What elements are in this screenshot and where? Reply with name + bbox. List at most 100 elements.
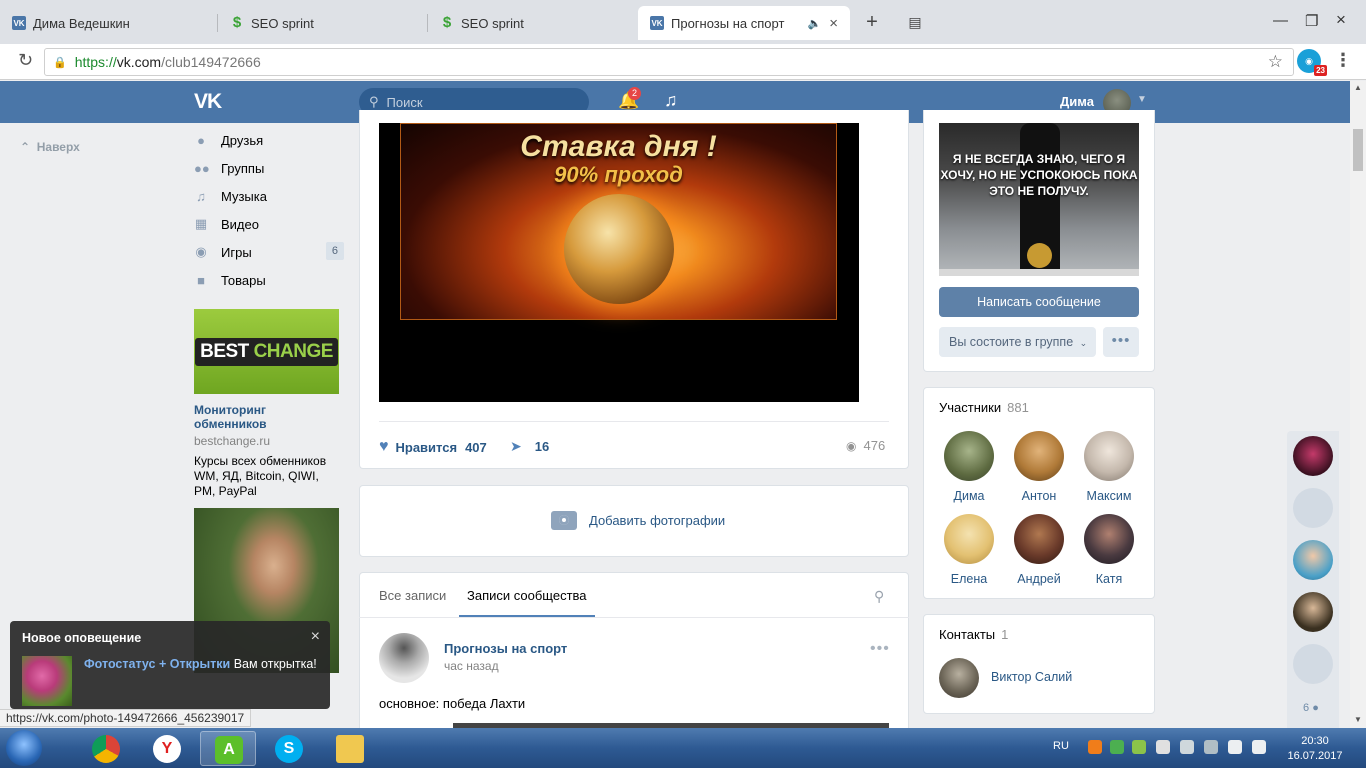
post-image[interactable]: Ставка дня ! 90% проход [379, 123, 859, 402]
back-to-top-label: Наверх [36, 140, 80, 154]
browser-tab-2[interactable]: $ SEO sprint [218, 6, 428, 40]
more-actions-button[interactable]: ••• [1103, 327, 1139, 357]
system-clock[interactable]: 20:30 16.07.2017 [1280, 734, 1350, 764]
member-item[interactable]: Катя [1074, 514, 1144, 586]
extension-badge: 23 [1314, 65, 1327, 76]
membership-dropdown[interactable]: Вы состоите в группе ⌄ [939, 327, 1096, 357]
browser-tab-4[interactable]: VK Прогнозы на спорт 🔈 × [638, 6, 850, 40]
scroll-up-icon[interactable]: ▲ [1354, 83, 1362, 92]
taskbar-skype[interactable]: S [261, 731, 317, 766]
add-photos-button[interactable]: Добавить фотографии [551, 511, 725, 530]
tray-app-icon[interactable] [1132, 740, 1146, 754]
seosprint-icon: $ [442, 14, 452, 31]
tray-app-icon[interactable] [1088, 740, 1102, 754]
write-message-button[interactable]: Написать сообщение [939, 287, 1139, 317]
member-name: Андрей [1017, 572, 1061, 586]
url-path: /club149472666 [161, 54, 261, 70]
back-to-top-button[interactable]: ⌃ Наверх [20, 140, 80, 154]
address-bar[interactable]: 🔒 https://vk.com/club149472666 ☆ [44, 48, 1294, 76]
taskbar-chrome[interactable] [78, 731, 134, 766]
more-icon[interactable]: ••• [870, 640, 890, 658]
tray-app-icon[interactable] [1110, 740, 1124, 754]
browser-toolbar: ↻ 🔒 https://vk.com/club149472666 ☆ ◉ 23 ⋮ [0, 44, 1366, 80]
music-icon[interactable]: ♫ [664, 90, 678, 111]
contact-avatar[interactable] [939, 658, 979, 698]
restore-icon[interactable]: ❐ [1305, 12, 1318, 30]
scroll-down-icon[interactable]: ▼ [1354, 715, 1362, 724]
volume-icon[interactable] [1252, 740, 1266, 754]
ad-title[interactable]: Мониторинг обменников [194, 403, 339, 431]
page-scrollbar[interactable]: ▲ ▼ [1350, 81, 1366, 728]
tab-title: SEO sprint [251, 15, 314, 31]
network-icon[interactable] [1228, 740, 1242, 754]
close-tab-icon[interactable]: × [829, 15, 838, 32]
contact-name[interactable]: Виктор Салий [991, 670, 1072, 684]
vk-logo[interactable]: VK [194, 90, 222, 114]
divider [379, 421, 889, 422]
browser-tab-strip: VK Дима Ведешкин $ SEO sprint $ SEO spri… [0, 0, 1366, 44]
post-author[interactable]: Прогнозы на спорт [444, 641, 567, 656]
vk-icon: VK [650, 16, 664, 30]
browser-tab-3[interactable]: $ SEO sprint [428, 6, 638, 40]
ad-bestchange[interactable]: BEST CHANGE Мониторинг обменников bestch… [194, 309, 339, 499]
monitor-icon[interactable] [1204, 740, 1218, 754]
like-button[interactable]: ♥ Нравится 407 [379, 438, 487, 456]
friend-avatar[interactable] [1293, 644, 1333, 684]
browser-menu-icon[interactable]: ⋮ [1334, 50, 1352, 71]
reload-icon[interactable]: ↻ [18, 50, 33, 71]
friend-avatar[interactable] [1293, 540, 1333, 580]
user-name[interactable]: Дима [1060, 94, 1094, 109]
taskbar-yandex[interactable]: Y [139, 731, 195, 766]
left-nav-item-friends[interactable]: ● Друзья [194, 126, 344, 154]
notification-popup[interactable]: Новое оповещение × Фотостатус + Открытки… [10, 621, 330, 709]
left-nav-item-video[interactable]: ▦ Видео [194, 210, 344, 238]
tab-all-posts[interactable]: Все записи [379, 588, 446, 603]
friend-avatar[interactable] [1293, 592, 1333, 632]
taskbar-agent[interactable]: A [200, 731, 256, 766]
member-item[interactable]: Дима [934, 431, 1004, 503]
member-item[interactable]: Максим [1074, 431, 1144, 503]
post-author-avatar[interactable] [379, 633, 429, 683]
left-nav-item-music[interactable]: ♫ Музыка [194, 182, 344, 210]
new-tab-button[interactable]: + [860, 11, 884, 35]
flag-icon[interactable] [1180, 740, 1194, 754]
left-nav-item-games[interactable]: ◉ Игры 6 [194, 238, 344, 266]
minimize-icon[interactable]: — [1273, 12, 1288, 29]
close-window-icon[interactable]: × [1336, 10, 1346, 30]
taskbar-explorer[interactable] [322, 731, 378, 766]
start-button[interactable] [6, 730, 42, 766]
extension-icon[interactable]: ◉ 23 [1297, 49, 1327, 76]
member-item[interactable]: Андрей [1004, 514, 1074, 586]
ad-image[interactable]: BEST CHANGE [194, 309, 339, 394]
share-button[interactable]: ➤ 16 [510, 438, 549, 455]
chevron-down-icon[interactable]: ▼ [1137, 94, 1147, 105]
contacts-title[interactable]: Контакты 1 [939, 627, 1008, 642]
friend-avatar[interactable] [1293, 488, 1333, 528]
person-icon: ● [1312, 702, 1319, 714]
speaker-icon[interactable]: 🔈 [808, 17, 822, 30]
member-item[interactable]: Елена [934, 514, 1004, 586]
close-icon[interactable]: × [311, 628, 320, 646]
post-time[interactable]: час назад [444, 659, 499, 673]
tulips-image[interactable] [22, 656, 72, 706]
member-item[interactable]: Антон [1004, 431, 1074, 503]
friend-avatar[interactable] [1293, 436, 1333, 476]
tab-search-icon[interactable]: ▤ [903, 11, 927, 35]
browser-tab-1[interactable]: VK Дима Ведешкин [0, 6, 218, 40]
members-title[interactable]: Участники 881 [939, 400, 1029, 415]
left-nav-item-groups[interactable]: ●● Группы [194, 154, 344, 182]
left-nav-item-goods[interactable]: ■ Товары [194, 266, 344, 294]
wall-search-icon[interactable]: ⚲ [874, 588, 884, 605]
views-count: 476 [863, 438, 886, 453]
tray-app-icon[interactable] [1156, 740, 1170, 754]
notification-app[interactable]: Фотостатус + Открытки [84, 657, 230, 671]
group-cover-image[interactable]: Я НЕ ВСЕГДА ЗНАЮ, ЧЕГО Я ХОЧУ, НО НЕ УСП… [939, 123, 1139, 276]
bookmark-star-icon[interactable]: ☆ [1268, 52, 1283, 72]
tab-community-posts[interactable]: Записи сообщества [467, 588, 587, 603]
input-language[interactable]: RU [1053, 740, 1069, 752]
friends-online-count[interactable]: 6 ● [1303, 702, 1319, 714]
scroll-thumb[interactable] [1353, 129, 1363, 171]
notification-body: Фотостатус + Открытки Вам открытка! [84, 657, 317, 671]
left-nav-label: Музыка [221, 188, 267, 204]
notifications-bell-icon[interactable]: 🔔 2 [618, 87, 642, 111]
